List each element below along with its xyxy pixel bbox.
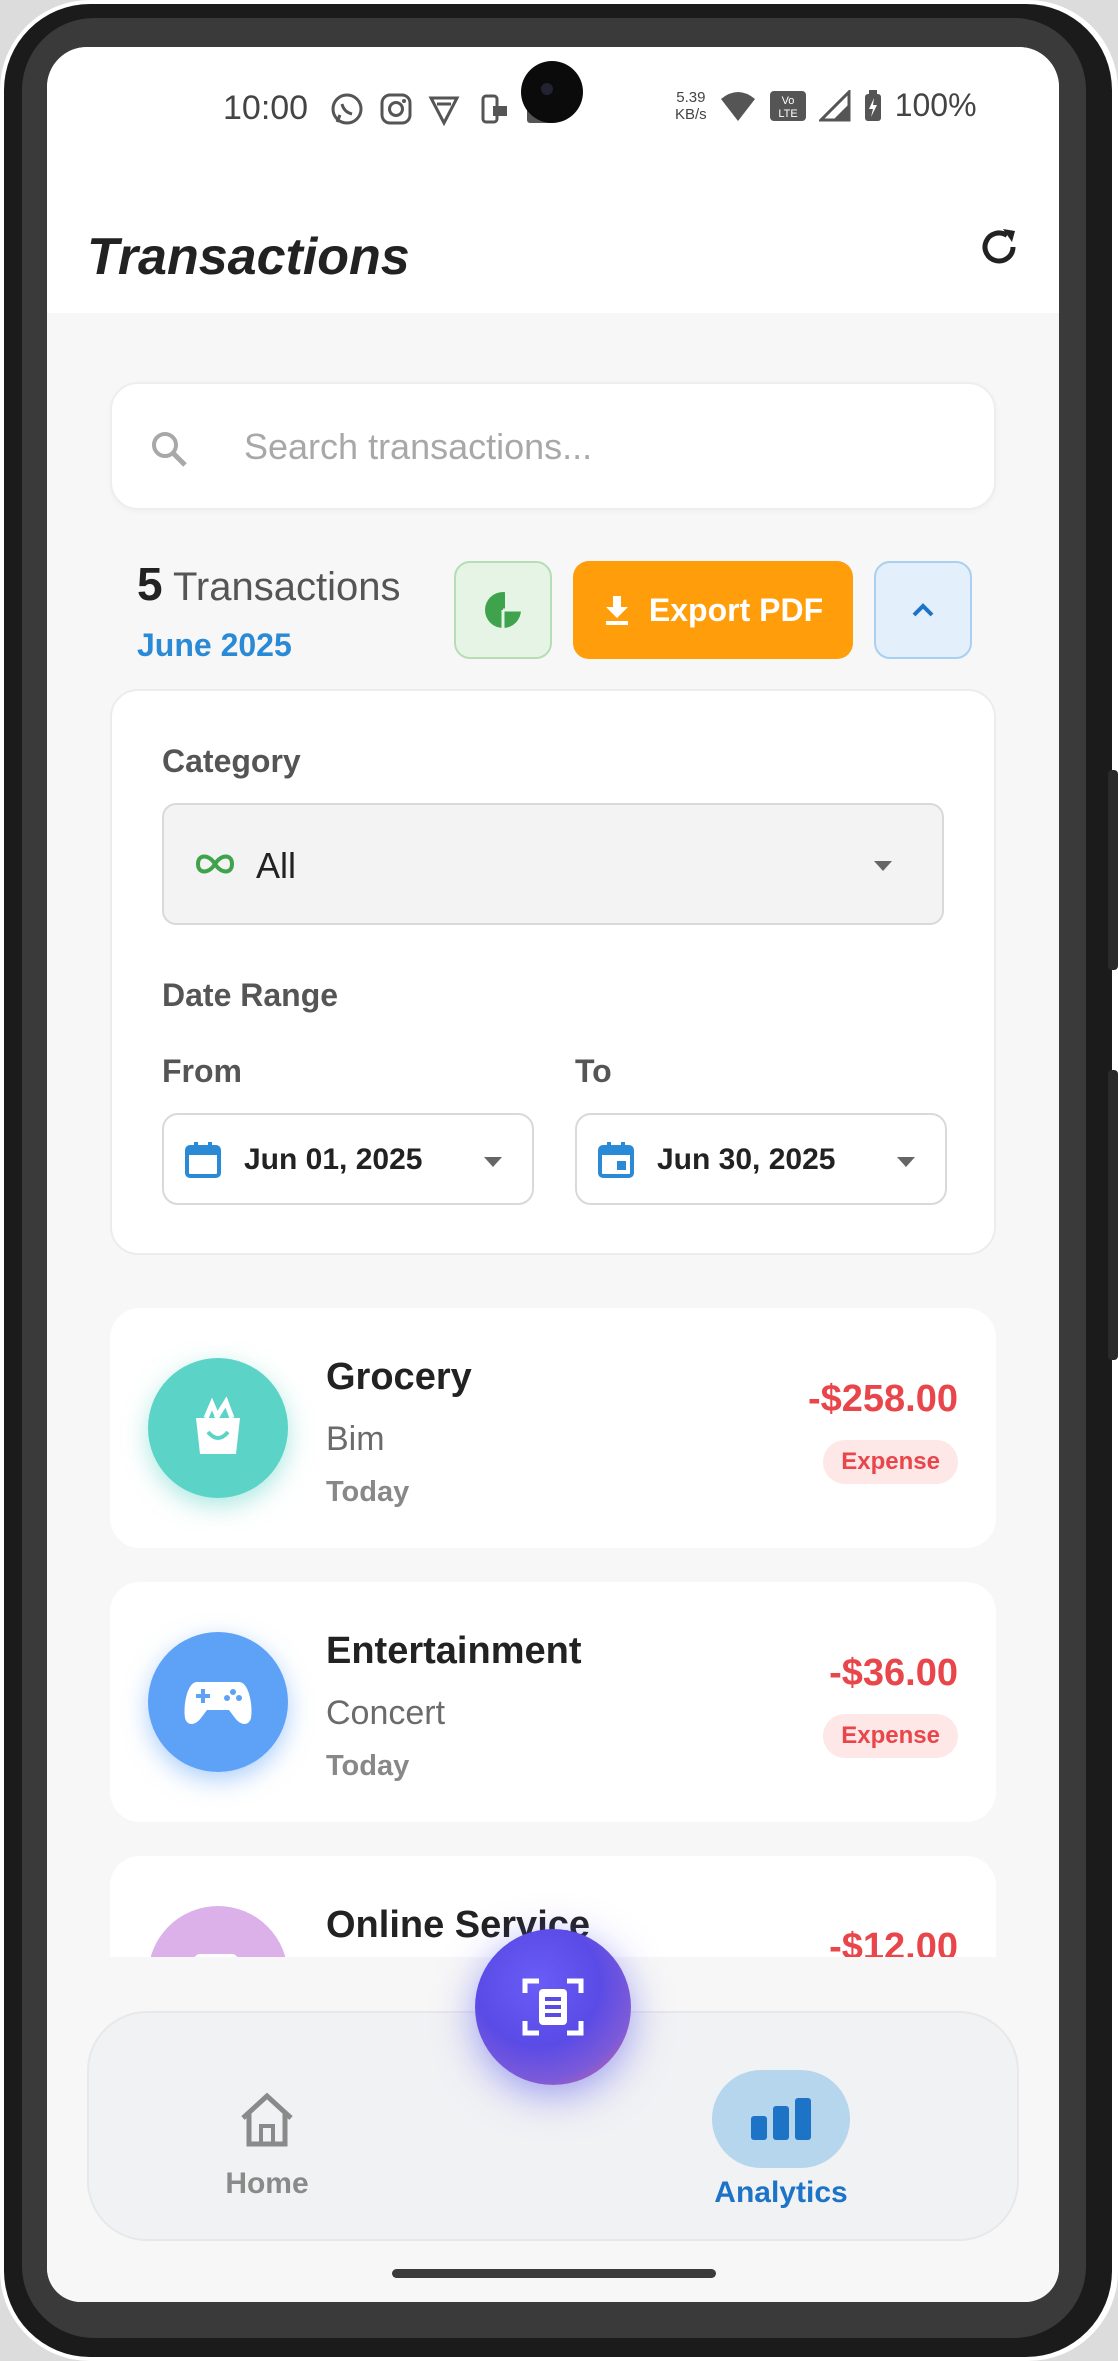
caret-down-icon (897, 1157, 915, 1167)
category-avatar (148, 1632, 288, 1772)
nav-home-label: Home (225, 2167, 309, 2200)
chevron-up-icon (912, 603, 934, 617)
caret-down-icon (484, 1157, 502, 1167)
transaction-category: Entertainment (326, 1630, 582, 1672)
gamepad-icon (184, 1682, 252, 1724)
power-button (1108, 1070, 1118, 1360)
page-title: Transactions (87, 228, 410, 286)
vpn-shield-icon (428, 96, 460, 126)
cell-signal-icon (818, 89, 851, 121)
category-dropdown[interactable]: All (162, 803, 944, 925)
volte-icon: VoLTE (769, 90, 806, 121)
app-bar: Transactions (47, 157, 1059, 313)
transaction-amount: -$36.00 (829, 1652, 958, 1694)
search-icon (152, 432, 187, 467)
infinity-icon (195, 854, 235, 874)
category-avatar (148, 1358, 288, 1498)
from-date-picker[interactable]: Jun 01, 2025 (162, 1113, 534, 1205)
battery-percentage: 100% (894, 87, 977, 123)
export-pdf-button[interactable]: Export PDF (573, 561, 853, 659)
whatsapp-icon (331, 93, 363, 125)
filter-panel: Category All Date Range From To Jun 01, … (110, 689, 996, 1255)
net-speed-unit: KB/s (675, 105, 707, 123)
collapse-filters-button[interactable] (874, 561, 972, 659)
home-icon (241, 2092, 293, 2147)
pie-chart-icon (485, 592, 523, 629)
network-speed: 5.39 KB/s (675, 89, 707, 123)
transaction-category: Grocery (326, 1356, 472, 1398)
wifi-icon (720, 91, 755, 121)
nav-analytics-label: Analytics (714, 2176, 848, 2209)
screen-cast-icon (481, 94, 507, 124)
to-label: To (575, 1053, 612, 1089)
svg-text:Vo: Vo (781, 95, 794, 107)
from-label: From (162, 1053, 242, 1089)
instagram-icon (380, 93, 412, 125)
period-label: June 2025 (137, 627, 292, 663)
status-right: 5.39 KB/s Vo LTE 100% (675, 87, 977, 124)
nav-analytics[interactable]: Analytics (697, 2070, 865, 2210)
chart-view-button[interactable] (454, 561, 552, 659)
battery-icon (864, 89, 881, 121)
transaction-note: Concert (326, 1694, 446, 1732)
category-label: Category (162, 743, 301, 779)
transaction-card[interactable]: Entertainment Concert Today -$36.00 Expe… (110, 1582, 996, 1822)
bar-chart-icon (751, 2098, 811, 2140)
search-placeholder: Search transactions... (244, 426, 593, 467)
from-date-value: Jun 01, 2025 (244, 1143, 423, 1176)
front-camera (521, 61, 583, 123)
scan-receipt-button[interactable] (475, 1929, 631, 2085)
date-range-label: Date Range (162, 977, 339, 1013)
status-time: 10:00 (223, 89, 309, 127)
export-pdf-label: Export PDF (648, 591, 824, 628)
search-input[interactable]: Search transactions... (110, 382, 996, 510)
transaction-amount: -$258.00 (807, 1378, 958, 1420)
calendar-icon (185, 1142, 221, 1178)
count-number: 5 (137, 558, 163, 610)
transaction-note: Bim (326, 1420, 385, 1458)
net-speed-value: 5.39 (676, 88, 706, 106)
caret-down-icon (874, 861, 892, 871)
transaction-type-badge: Expense (823, 1714, 958, 1758)
status-bar: 10:00 7 5.39KB/s VoLTE 100% (47, 47, 1059, 157)
gesture-home-indicator (392, 2269, 716, 2278)
count-label: Transactions (172, 565, 401, 609)
transaction-date: Today (326, 1750, 410, 1782)
nav-analytics-active-indicator (712, 2070, 850, 2168)
transaction-count: 5 Transactions (137, 557, 400, 611)
to-date-value: Jun 30, 2025 (657, 1143, 836, 1176)
category-value: All (256, 845, 297, 886)
transaction-type-badge: Expense (823, 1440, 958, 1484)
volume-button (1108, 770, 1118, 970)
refresh-icon[interactable] (977, 225, 1021, 269)
transaction-date: Today (326, 1476, 410, 1508)
scan-document-icon (522, 1978, 584, 2036)
svg-text:LTE: LTE (778, 108, 797, 120)
transaction-card[interactable]: Grocery Bim Today -$258.00 Expense (110, 1308, 996, 1548)
nav-home[interactable]: Home (217, 2092, 317, 2201)
download-icon (605, 596, 628, 625)
to-date-picker[interactable]: Jun 30, 2025 (575, 1113, 947, 1205)
phone-device: 10:00 7 5.39KB/s VoLTE 100% Transactions (0, 0, 1118, 2361)
shopping-bag-icon (196, 1396, 240, 1454)
calendar-event-icon (598, 1142, 634, 1178)
screen: 10:00 7 5.39KB/s VoLTE 100% Transactions (47, 47, 1059, 2302)
